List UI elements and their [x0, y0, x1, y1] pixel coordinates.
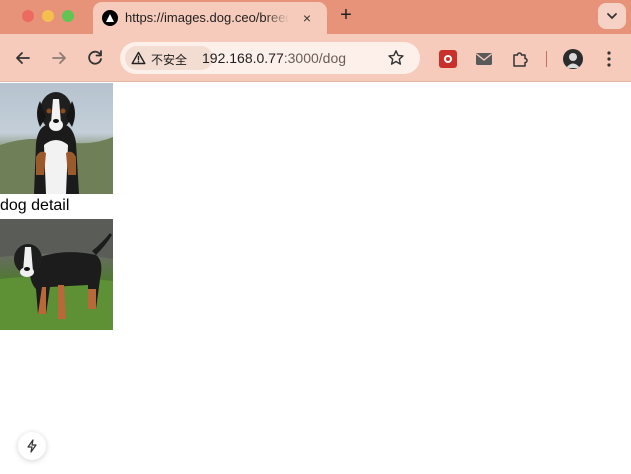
minimize-window-button[interactable]	[42, 10, 54, 22]
forward-button[interactable]	[47, 46, 71, 70]
dog-detail-caption: dog detail	[0, 197, 70, 214]
tab-title: https://images.dog.ceo/breeds/entlebuche…	[125, 10, 289, 25]
url-host: 192.168.0.77	[202, 50, 284, 66]
back-button[interactable]	[11, 46, 35, 70]
url-text[interactable]: 192.168.0.77:3000/dog	[202, 50, 346, 66]
page-content: dog detail	[0, 83, 631, 474]
dog-image	[0, 83, 113, 194]
new-tab-button[interactable]: +	[336, 5, 356, 25]
url-path: :3000/dog	[283, 50, 347, 66]
browser-toolbar: 不安全 192.168.0.77:3000/dog	[0, 34, 631, 82]
more-menu-icon[interactable]	[603, 49, 615, 69]
toolbar-divider	[546, 51, 547, 67]
reload-button[interactable]	[83, 46, 107, 70]
close-window-button[interactable]	[22, 10, 34, 22]
address-bar[interactable]: 不安全 192.168.0.77:3000/dog	[120, 42, 420, 74]
dog-image	[0, 219, 113, 330]
mail-icon[interactable]	[475, 50, 493, 68]
chevron-down-icon	[607, 13, 617, 20]
extension-icon[interactable]	[439, 50, 457, 68]
active-tab[interactable]: https://images.dog.ceo/breeds/entlebuche…	[93, 2, 327, 34]
profile-avatar[interactable]	[563, 49, 583, 69]
lightning-icon	[27, 439, 37, 453]
tab-close-icon[interactable]: ×	[298, 9, 316, 27]
reload-icon	[88, 50, 102, 65]
security-label: 不安全	[151, 53, 188, 67]
security-chip[interactable]: 不安全	[125, 46, 213, 70]
warning-icon	[131, 51, 146, 65]
dev-tools-indicator[interactable]	[18, 432, 46, 460]
bookmark-star-icon[interactable]	[387, 49, 405, 67]
next-logo-icon	[102, 10, 118, 26]
title-bar: https://images.dog.ceo/breeds/entlebuche…	[0, 0, 631, 34]
arrow-right-icon	[52, 52, 66, 64]
arrow-left-icon	[16, 52, 30, 64]
tab-search-button[interactable]	[598, 3, 626, 29]
extensions-puzzle-icon[interactable]	[511, 50, 529, 68]
zoom-window-button[interactable]	[62, 10, 74, 22]
